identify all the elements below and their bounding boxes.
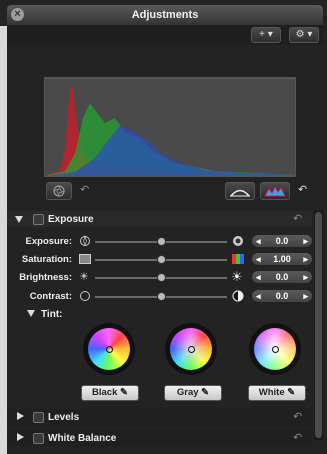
undo-arrow-icon[interactable]: ↶ [293,410,302,423]
white-balance-enable-checkbox[interactable] [33,433,44,444]
histogram-graph [45,77,295,176]
undo-arrow-icon[interactable]: ↶ [298,183,307,196]
white-tint-button[interactable]: White ✎ [248,385,306,401]
gray-tint-picker[interactable] [188,346,195,353]
saturation-value-field[interactable]: ◂ 1.00 ▸ [251,252,313,266]
contrast-high-icon [232,290,244,302]
tint-label: Tint: [41,309,63,320]
undo-arrow-icon[interactable]: ↶ [80,183,89,196]
contrast-slider-knob[interactable] [157,292,166,301]
auto-color-levels-icon [264,186,286,197]
brightness-value: 0.0 [275,272,289,282]
contrast-value-field[interactable]: ◂ 0.0 ▸ [251,289,313,303]
saturation-label: Saturation: [21,254,72,265]
exposure-section-header[interactable]: Exposure ↶ [7,211,312,227]
aperture-small-icon [80,235,90,247]
black-tint-picker[interactable] [106,346,113,353]
levels-section-header[interactable]: Levels ↶ [7,409,312,425]
exposure-value: 0.0 [275,236,289,246]
white-tint-label: White [258,387,285,398]
scrollbar-thumb[interactable] [315,212,322,438]
exposure-enable-checkbox[interactable] [33,214,44,225]
sun-small-icon: ☀ [79,271,89,283]
saturation-value: 1.00 [273,254,291,264]
brightness-slider-knob[interactable] [157,273,166,282]
white-balance-section-header[interactable]: White Balance ↶ [7,430,312,446]
aperture-button[interactable] [46,182,72,200]
contrast-label: Contrast: [29,291,72,302]
disclosure-triangle-closed-icon[interactable] [16,412,26,422]
brightness-label: Brightness: [19,272,72,283]
white-tint-picker[interactable] [272,346,279,353]
disclosure-triangle-closed-icon[interactable] [16,433,26,443]
title-bar[interactable]: × Adjustments [7,5,323,25]
auto-levels-button[interactable] [225,182,255,200]
histogram [44,77,296,177]
saturation-slider-knob[interactable] [157,255,166,264]
scrollbar[interactable] [314,210,323,440]
toolbar: + ▾ ⚙ ▾ [7,25,323,45]
auto-levels-icon [230,189,250,197]
saturation-low-icon [79,254,91,264]
disclosure-triangle-open-icon[interactable] [15,215,25,225]
exposure-slider-knob[interactable] [157,237,166,246]
contrast-value: 0.0 [275,291,289,301]
sun-large-icon: ☀ [231,269,243,284]
contrast-low-icon [80,291,90,301]
brightness-value-field[interactable]: ◂ 0.0 ▸ [251,270,313,284]
white-tint-wheel[interactable] [249,323,301,375]
exposure-value-field[interactable]: ◂ 0.0 ▸ [251,234,313,248]
gray-tint-label: Gray [176,387,199,398]
black-tint-label: Black [92,387,118,398]
exposure-label: Exposure: [25,236,72,247]
gray-tint-button[interactable]: Gray ✎ [164,385,222,401]
saturation-high-icon [232,254,244,264]
auto-color-levels-button[interactable] [260,182,290,200]
undo-arrow-icon[interactable]: ↶ [293,431,302,444]
aperture-large-icon [233,236,243,246]
add-menu-button[interactable]: + ▾ [251,27,281,43]
undo-arrow-icon[interactable]: ↶ [293,212,302,225]
levels-enable-checkbox[interactable] [33,412,44,423]
eyedropper-icon: ✎ [120,387,128,398]
gear-menu-button[interactable]: ⚙ ▾ [289,27,319,43]
aperture-icon [53,185,65,197]
eyedropper-icon: ✎ [287,387,296,398]
eyedropper-icon: ✎ [201,387,210,398]
black-tint-wheel[interactable] [83,323,135,375]
levels-section-title: Levels [48,412,80,423]
gray-tint-wheel[interactable] [165,323,217,375]
adjustments-window: × Adjustments + ▾ ⚙ ▾ ↶ ↶ Exposure ↶ Exp… [0,0,327,454]
black-tint-button[interactable]: Black ✎ [81,385,139,401]
white-balance-section-title: White Balance [48,433,117,444]
tint-disclosure-open-icon[interactable] [27,309,37,319]
window-title: Adjustments [131,9,199,21]
exposure-section-title: Exposure [48,214,94,225]
